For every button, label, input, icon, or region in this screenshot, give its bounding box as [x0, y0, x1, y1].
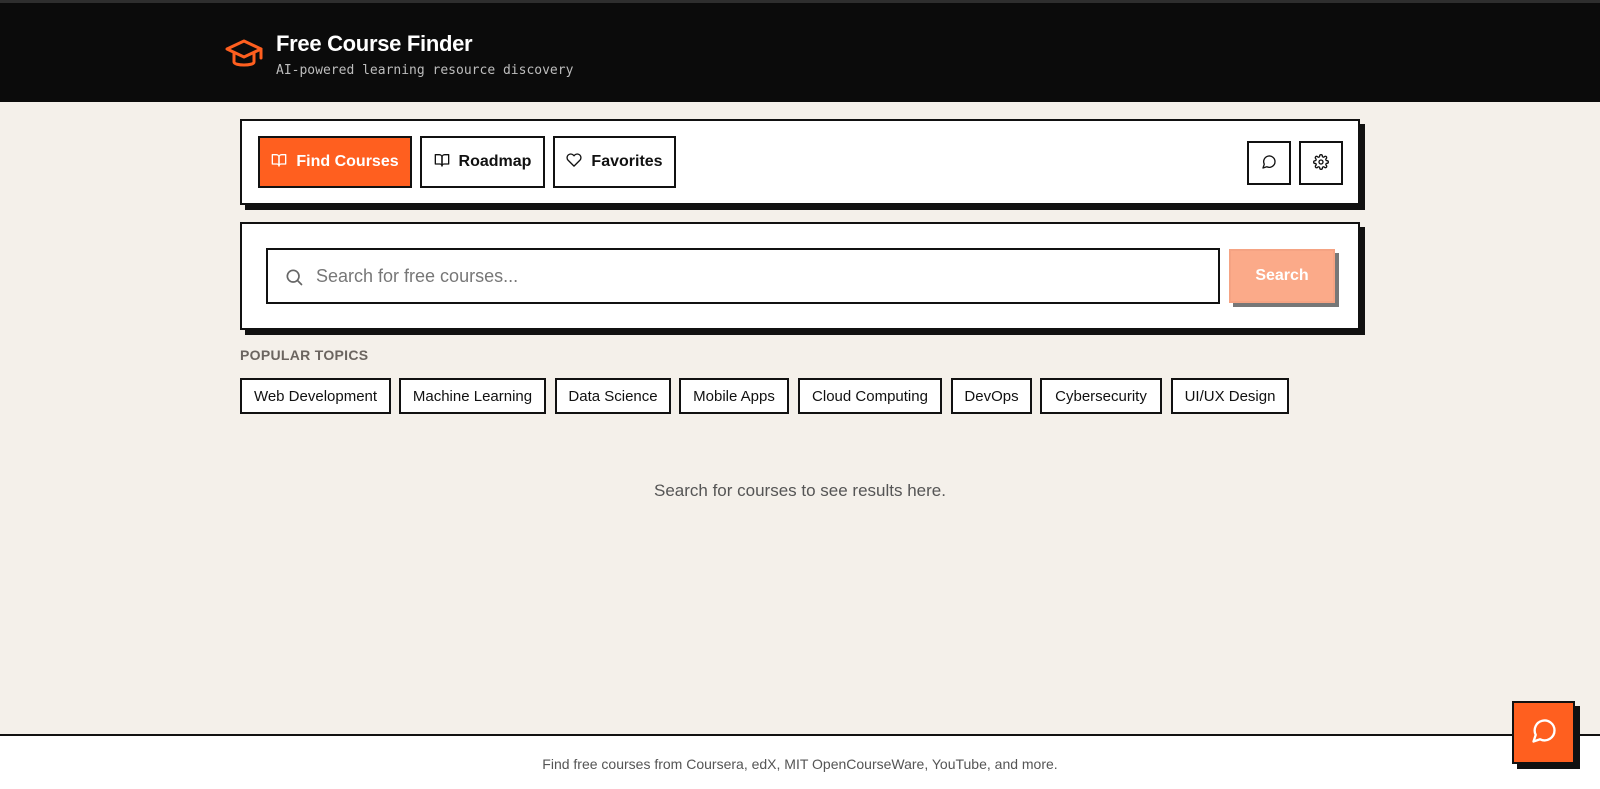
app-subtitle: AI-powered learning resource discovery [276, 63, 574, 78]
chat-button[interactable] [1247, 141, 1291, 185]
message-circle-icon [1530, 717, 1558, 748]
footer-text: Find free courses from Coursera, edX, MI… [542, 756, 1058, 772]
topic-chip[interactable]: Web Development [240, 378, 391, 414]
nav-find-courses-label: Find Courses [296, 153, 399, 170]
topic-chip[interactable]: DevOps [951, 378, 1032, 414]
search-input[interactable] [316, 250, 1206, 302]
book-open-icon [434, 152, 450, 173]
gear-icon [1313, 153, 1329, 173]
results-empty-message: Search for courses to see results here. [654, 481, 946, 500]
popular-topics-heading: POPULAR TOPICS [240, 347, 369, 363]
app-header: Free Course Finder AI-powered learning r… [0, 0, 1600, 102]
book-open-icon [271, 152, 287, 173]
nav-favorites-label: Favorites [591, 153, 663, 170]
topic-chip[interactable]: UI/UX Design [1171, 378, 1289, 414]
message-circle-icon [1261, 154, 1277, 173]
topic-chip[interactable]: Mobile Apps [679, 378, 789, 414]
search-button[interactable]: Search [1229, 249, 1335, 303]
search-box [266, 248, 1220, 304]
graduation-cap-icon [224, 37, 264, 71]
nav-find-courses-button[interactable]: Find Courses [258, 136, 412, 188]
nav-favorites-button[interactable]: Favorites [553, 136, 676, 188]
settings-button[interactable] [1299, 141, 1343, 185]
app-footer: Find free courses from Coursera, edX, MI… [0, 734, 1600, 789]
topic-chip[interactable]: Machine Learning [399, 378, 546, 414]
search-icon [284, 267, 304, 287]
topic-chip[interactable]: Cloud Computing [798, 378, 942, 414]
nav-roadmap-label: Roadmap [458, 153, 532, 170]
topic-chip[interactable]: Cybersecurity [1040, 378, 1162, 414]
heart-icon [566, 152, 583, 173]
topic-chip[interactable]: Data Science [555, 378, 671, 414]
chat-fab-button[interactable] [1512, 701, 1575, 764]
search-panel: Search [240, 222, 1360, 330]
app-title: Free Course Finder [276, 31, 473, 56]
nav-roadmap-button[interactable]: Roadmap [420, 136, 545, 188]
main-nav: Find Courses Roadmap Favorites [240, 119, 1360, 205]
